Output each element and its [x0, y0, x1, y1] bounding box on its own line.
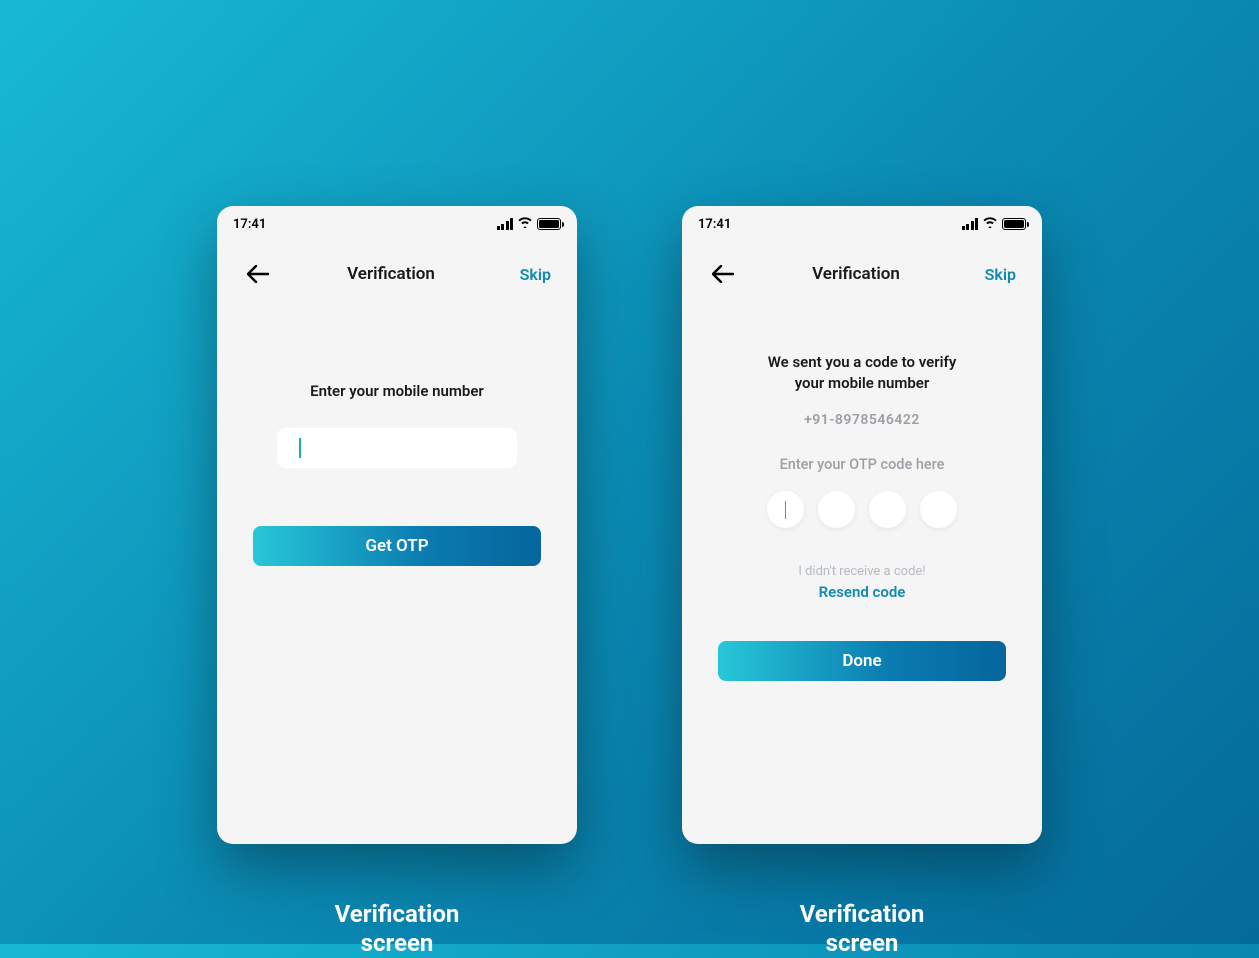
- battery-icon: [1002, 218, 1026, 230]
- nav-title: Verification: [736, 264, 976, 284]
- back-icon[interactable]: [712, 262, 736, 286]
- screen-content: We sent you a code to verify your mobile…: [682, 352, 1042, 681]
- signal-icon: [497, 218, 514, 230]
- caption-left-line1: Verification: [335, 900, 460, 928]
- caption-left: Verification screen: [217, 900, 577, 958]
- status-time: 17:41: [233, 217, 266, 232]
- status-icons: [962, 216, 1027, 232]
- caption-left-line2: screen: [361, 929, 434, 957]
- wifi-icon: [982, 216, 998, 232]
- verify-heading-line1: We sent you a code to verify: [768, 353, 957, 371]
- text-cursor: [299, 438, 301, 458]
- done-button[interactable]: Done: [718, 641, 1006, 681]
- caption-right-col: Verification screen: [682, 844, 1042, 958]
- verify-heading-line2: your mobile number: [795, 374, 930, 392]
- caption-right-line1: Verification: [800, 900, 925, 928]
- status-bar: 17:41: [217, 206, 577, 238]
- otp-digit-4[interactable]: [920, 491, 957, 528]
- screen-content: Enter your mobile number Get OTP: [217, 382, 577, 566]
- caption-left-col: Verification screen: [217, 844, 577, 958]
- status-icons: [497, 216, 562, 232]
- otp-label: Enter your OTP code here: [718, 456, 1006, 473]
- caption-right: Verification screen: [682, 900, 1042, 958]
- no-code-text: I didn't receive a code!: [718, 564, 1006, 579]
- battery-icon: [537, 218, 561, 230]
- skip-button[interactable]: Skip: [511, 265, 551, 284]
- captions-row: Verification screen Verification screen: [0, 844, 1259, 958]
- otp-digit-2[interactable]: [818, 491, 855, 528]
- verify-heading: We sent you a code to verify your mobile…: [718, 352, 1006, 394]
- mobile-input-wrapper: [277, 428, 517, 468]
- mobile-number-input[interactable]: [277, 428, 517, 468]
- phone-number-display: +91-8978546422: [718, 412, 1006, 428]
- otp-digit-3[interactable]: [869, 491, 906, 528]
- signal-icon: [962, 218, 979, 230]
- phone-frame-enter-otp: 17:41 Verificat: [682, 206, 1042, 844]
- phone-frame-enter-number: 17:41 Verificat: [217, 206, 577, 844]
- skip-button[interactable]: Skip: [976, 265, 1016, 284]
- otp-digit-1[interactable]: [767, 491, 804, 528]
- status-bar: 17:41: [682, 206, 1042, 238]
- nav-title: Verification: [271, 264, 511, 284]
- get-otp-button[interactable]: Get OTP: [253, 526, 541, 566]
- wifi-icon: [517, 216, 533, 232]
- resend-code-button[interactable]: Resend code: [718, 583, 1006, 601]
- back-icon[interactable]: [247, 262, 271, 286]
- otp-input-group: [718, 491, 1006, 528]
- phones-row: 17:41 Verificat: [0, 0, 1259, 844]
- status-time: 17:41: [698, 217, 731, 232]
- caption-right-line2: screen: [826, 929, 899, 957]
- nav-bar: Verification Skip: [217, 238, 577, 286]
- nav-bar: Verification Skip: [682, 238, 1042, 286]
- enter-number-prompt: Enter your mobile number: [253, 382, 541, 400]
